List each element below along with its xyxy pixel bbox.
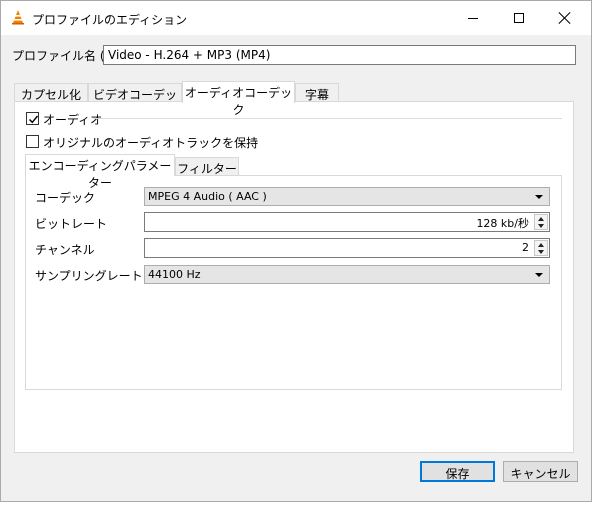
channels-value: 2 — [522, 241, 529, 254]
vlc-cone-icon — [12, 10, 24, 25]
tab-encoding-parameters[interactable]: エンコーディングパラメーター — [25, 154, 175, 190]
checkmark-icon — [29, 115, 39, 124]
tab-encapsulation[interactable]: カプセル化 — [14, 83, 88, 102]
tab-label: 字幕 — [304, 88, 329, 102]
tab-filters[interactable]: フィルター — [175, 157, 239, 176]
tab-subtitles[interactable]: 字幕 — [295, 83, 339, 102]
title-bar: プロファイルのエディション — [1, 1, 591, 35]
spin-up-icon[interactable] — [538, 243, 544, 247]
channels-spinbox[interactable]: 2 — [144, 238, 550, 258]
close-icon — [559, 12, 571, 24]
spin-down-icon[interactable] — [538, 250, 544, 254]
minimize-button[interactable] — [450, 1, 496, 35]
codec-select[interactable]: MPEG 4 Audio ( AAC ) — [144, 187, 550, 206]
channels-label: チャンネル — [35, 243, 95, 257]
maximize-icon — [514, 13, 524, 23]
bitrate-label: ビットレート — [35, 217, 108, 231]
group-divider — [93, 118, 562, 119]
minimize-icon — [468, 17, 478, 19]
audio-enable-label: オーディオ — [43, 113, 103, 127]
sample-rate-select[interactable]: 44100 Hz — [144, 265, 550, 284]
profile-editor-window: プロファイルのエディション プロファイル名 (N) カプセル化 ビデオコーデック… — [0, 0, 592, 502]
save-button[interactable]: 保存 — [420, 461, 495, 482]
background-strip — [0, 502, 592, 509]
bitrate-spin-buttons[interactable] — [534, 214, 548, 230]
close-button[interactable] — [542, 1, 588, 35]
codec-label: コーデック — [35, 191, 96, 205]
spin-up-icon[interactable] — [538, 217, 544, 221]
channels-spin-buttons[interactable] — [534, 240, 548, 256]
dropdown-arrow-icon — [535, 273, 543, 277]
tab-label: フィルター — [177, 162, 237, 176]
audio-codec-panel: オーディオ オリジナルのオーディオトラックを保持 エンコーディングパラメーター … — [14, 101, 574, 453]
tab-label: カプセル化 — [20, 88, 81, 102]
cancel-button[interactable]: キャンセル — [503, 461, 578, 482]
profile-name-input[interactable] — [103, 45, 576, 65]
audio-checkbox[interactable] — [26, 112, 39, 125]
tab-video-codec[interactable]: ビデオコーデック — [88, 83, 182, 119]
spin-down-icon[interactable] — [538, 224, 544, 228]
keep-original-audio-checkbox[interactable] — [26, 135, 39, 148]
bitrate-spinbox[interactable]: 128 kb/秒 — [144, 212, 550, 232]
window-title: プロファイルのエディション — [32, 13, 188, 27]
bitrate-value: 128 kb/秒 — [476, 217, 529, 230]
tab-audio-codec[interactable]: オーディオコーデック — [182, 81, 295, 117]
maximize-button[interactable] — [496, 1, 542, 35]
sample-rate-value: 44100 Hz — [148, 268, 201, 281]
encoding-parameters-panel: コーデック MPEG 4 Audio ( AAC ) ビットレート 128 kb… — [25, 175, 562, 390]
dropdown-arrow-icon — [535, 195, 543, 199]
keep-original-audio-label: オリジナルのオーディオトラックを保持 — [43, 136, 259, 150]
codec-value: MPEG 4 Audio ( AAC ) — [148, 190, 267, 203]
